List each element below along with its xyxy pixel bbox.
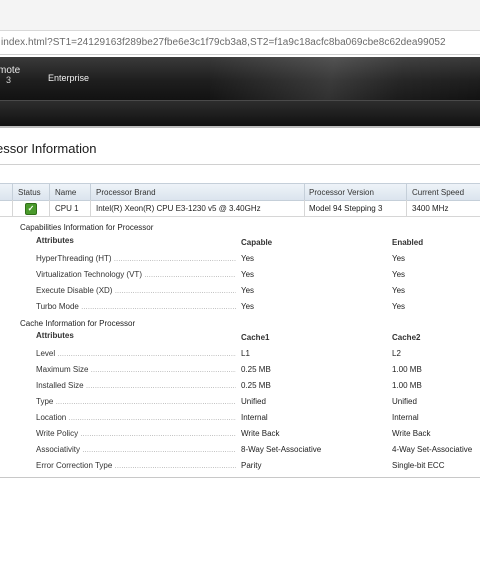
cache-label: Level <box>36 349 236 358</box>
address-bar[interactable]: index.html?ST1=24129163f289be27fbe6e3c1f… <box>0 32 480 55</box>
browser-toolbar <box>0 0 480 31</box>
processor-panel: Status Name Processor Brand Processor Ve… <box>0 183 480 478</box>
cache1-value: 8-Way Set-Associative <box>241 445 322 454</box>
edition-label: Enterprise <box>48 73 90 83</box>
capabilities-header-capable: Capable <box>241 238 273 247</box>
column-separator <box>49 200 50 216</box>
processor-name: CPU 1 <box>55 204 79 213</box>
table-row[interactable]: ✓ CPU 1 Intel(R) Xeon(R) CPU E3-1230 v5 … <box>0 200 480 217</box>
cache2-value: 1.00 MB <box>392 365 422 374</box>
cache1-value: L1 <box>241 349 250 358</box>
cache-label: Associativity <box>36 445 236 454</box>
cache-label: Type <box>36 397 236 406</box>
column-separator <box>12 184 13 200</box>
status-ok-icon: ✓ <box>25 203 37 215</box>
capability-label: Turbo Mode <box>36 302 236 311</box>
cache2-value: 1.00 MB <box>392 381 422 390</box>
nav-bar <box>0 100 480 127</box>
capability-label: Virtualization Technology (VT) <box>36 270 236 279</box>
column-separator <box>406 200 407 216</box>
cache2-value: Internal <box>392 413 419 422</box>
title-divider <box>0 164 480 165</box>
column-header-version[interactable]: Processor Version <box>309 188 374 197</box>
cache-label: Maximum Size <box>36 365 236 374</box>
cache1-value: Parity <box>241 461 262 470</box>
cache2-value: Write Back <box>392 429 431 438</box>
capabilities-header-attributes: Attributes <box>36 236 74 245</box>
cache1-value: Write Back <box>241 429 280 438</box>
capability-capable: Yes <box>241 254 255 263</box>
capability-enabled: Yes <box>392 254 406 263</box>
column-separator <box>304 200 305 216</box>
page-title: essor Information <box>0 141 97 156</box>
capability-label: Execute Disable (XD) <box>36 286 236 295</box>
cache2-value: Single-bit ECC <box>392 461 445 470</box>
address-bar-url[interactable]: index.html?ST1=24129163f289be27fbe6e3c1f… <box>1 37 446 48</box>
cache1-value: Unified <box>241 397 266 406</box>
column-header-speed[interactable]: Current Speed <box>412 188 464 197</box>
column-separator <box>49 184 50 200</box>
column-header-brand[interactable]: Processor Brand <box>96 188 156 197</box>
processor-speed: 3400 MHz <box>412 204 449 213</box>
capabilities-section-title: Capabilities Information for Processor <box>20 223 154 232</box>
cache1-value: 0.25 MB <box>241 365 271 374</box>
cache-label: Location <box>36 413 236 422</box>
column-separator <box>90 184 91 200</box>
processor-version: Model 94 Stepping 3 <box>309 204 383 213</box>
capability-enabled: Yes <box>392 302 406 311</box>
cache-label: Error Correction Type <box>36 461 236 470</box>
column-separator <box>406 184 407 200</box>
cache1-value: Internal <box>241 413 268 422</box>
capability-enabled: Yes <box>392 270 406 279</box>
cache-header-attributes: Attributes <box>36 331 74 340</box>
cache-label: Write Policy <box>36 429 236 438</box>
capability-capable: Yes <box>241 286 255 295</box>
column-header-name[interactable]: Name <box>55 188 76 197</box>
column-header-status[interactable]: Status <box>18 188 41 197</box>
capabilities-header-enabled: Enabled <box>392 238 424 247</box>
brand-version: 3 <box>6 75 12 85</box>
capability-label: HyperThreading (HT) <box>36 254 236 263</box>
processor-brand: Intel(R) Xeon(R) CPU E3-1230 v5 @ 3.40GH… <box>96 204 261 213</box>
cache1-value: 0.25 MB <box>241 381 271 390</box>
cache2-value: 4-Way Set-Associative <box>392 445 473 454</box>
capability-enabled: Yes <box>392 286 406 295</box>
processor-table-header: Status Name Processor Brand Processor Ve… <box>0 183 480 201</box>
cache2-value: L2 <box>392 349 401 358</box>
cache-label: Installed Size <box>36 381 236 390</box>
header-sheen <box>210 57 480 100</box>
cache2-value: Unified <box>392 397 417 406</box>
column-separator <box>12 200 13 216</box>
nav-bar-divider <box>0 126 480 128</box>
column-separator <box>304 184 305 200</box>
capability-capable: Yes <box>241 302 255 311</box>
capability-capable: Yes <box>241 270 255 279</box>
cache-header-cache1: Cache1 <box>241 333 270 342</box>
app-header: mote 3 Enterprise <box>0 57 480 100</box>
cache-section-title: Cache Information for Processor <box>20 319 136 328</box>
column-separator <box>90 200 91 216</box>
cache-header-cache2: Cache2 <box>392 333 421 342</box>
